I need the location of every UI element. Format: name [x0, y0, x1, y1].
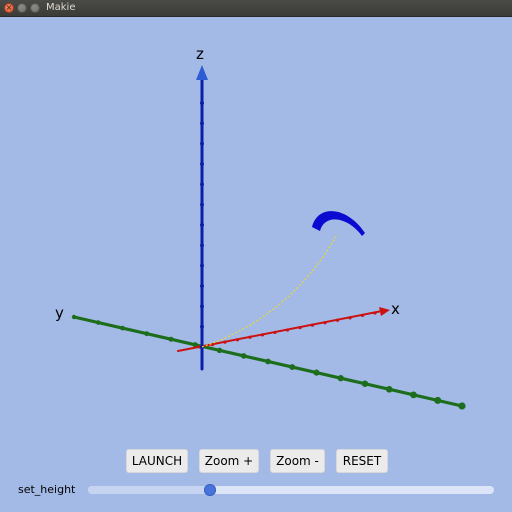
y-axis-tick [385, 385, 393, 393]
x-axis-tick [285, 328, 290, 332]
x-axis-tick [335, 318, 340, 322]
y-axis-tick [144, 331, 150, 337]
z-axis-tick [200, 121, 204, 126]
x-axis-tick [323, 321, 327, 325]
trajectory-curve [201, 234, 338, 348]
y-axis-tick [120, 325, 125, 331]
zoom-out-button[interactable]: Zoom - [270, 449, 325, 473]
y-axis-tick [265, 358, 271, 365]
zoom-in-button[interactable]: Zoom + [199, 449, 259, 473]
y-axis-tick [168, 336, 174, 342]
z-axis-tick [200, 162, 204, 166]
y-axis-tick [216, 347, 223, 354]
x-axis-tick [360, 313, 365, 318]
y-axis-tick [240, 353, 247, 359]
z-axis-tick [200, 202, 204, 207]
maximize-window-button[interactable] [30, 3, 40, 13]
z-axis-tick [200, 284, 204, 288]
x-axis-tick [223, 340, 227, 344]
y-axis-tick [337, 375, 344, 382]
z-axis-tick [200, 223, 204, 227]
y-axis-tick [458, 402, 466, 410]
x-axis-tick [298, 325, 302, 330]
z-axis-arrow [196, 65, 208, 80]
close-window-button[interactable]: × [4, 3, 14, 13]
x-axis-label: x [391, 300, 400, 318]
y-axis [71, 314, 466, 410]
y-axis-tick [434, 396, 442, 404]
makie-window: × Makie x y z LAUNCH Zoom + Zoom - RESET… [0, 0, 512, 512]
y-axis-tick [289, 364, 296, 371]
y-axis-tick [95, 320, 101, 325]
y-axis-tick [71, 314, 77, 320]
x-axis-tick [235, 338, 240, 342]
z-axis [196, 65, 208, 371]
x-axis-line [177, 310, 383, 352]
slider-label: set_height [18, 483, 76, 496]
set-height-slider[interactable] [88, 484, 494, 496]
z-axis-tick [200, 304, 204, 309]
slider-knob[interactable] [203, 484, 216, 496]
z-axis-label: z [196, 45, 204, 63]
x-axis-tick [310, 323, 315, 327]
window-title: Makie [46, 2, 76, 13]
launch-button[interactable]: LAUNCH [126, 449, 188, 473]
reset-button[interactable]: RESET [336, 449, 388, 473]
z-axis-tick [200, 243, 204, 248]
x-axis-tick [248, 335, 252, 339]
projectile-shape [312, 211, 365, 236]
x-axis-tick [373, 311, 377, 315]
x-axis-tick [348, 316, 352, 320]
z-axis-tick [200, 141, 204, 146]
minimize-window-button[interactable] [17, 3, 27, 13]
close-icon: × [5, 3, 13, 12]
3d-scene-canvas[interactable]: x y z [0, 17, 512, 442]
y-axis-tick [410, 391, 417, 399]
title-bar[interactable]: × Makie [0, 0, 512, 17]
x-axis-tick [273, 330, 277, 335]
z-axis-tick [200, 101, 204, 105]
z-axis-tick [200, 324, 204, 329]
x-axis-arrow [379, 307, 390, 316]
y-axis-tick [361, 380, 369, 387]
x-axis-tick [260, 333, 265, 337]
z-axis-tick [200, 263, 204, 268]
y-axis-label: y [55, 304, 64, 322]
z-axis-tick [200, 182, 204, 187]
slider-fill [88, 486, 210, 494]
y-axis-tick [313, 369, 320, 376]
